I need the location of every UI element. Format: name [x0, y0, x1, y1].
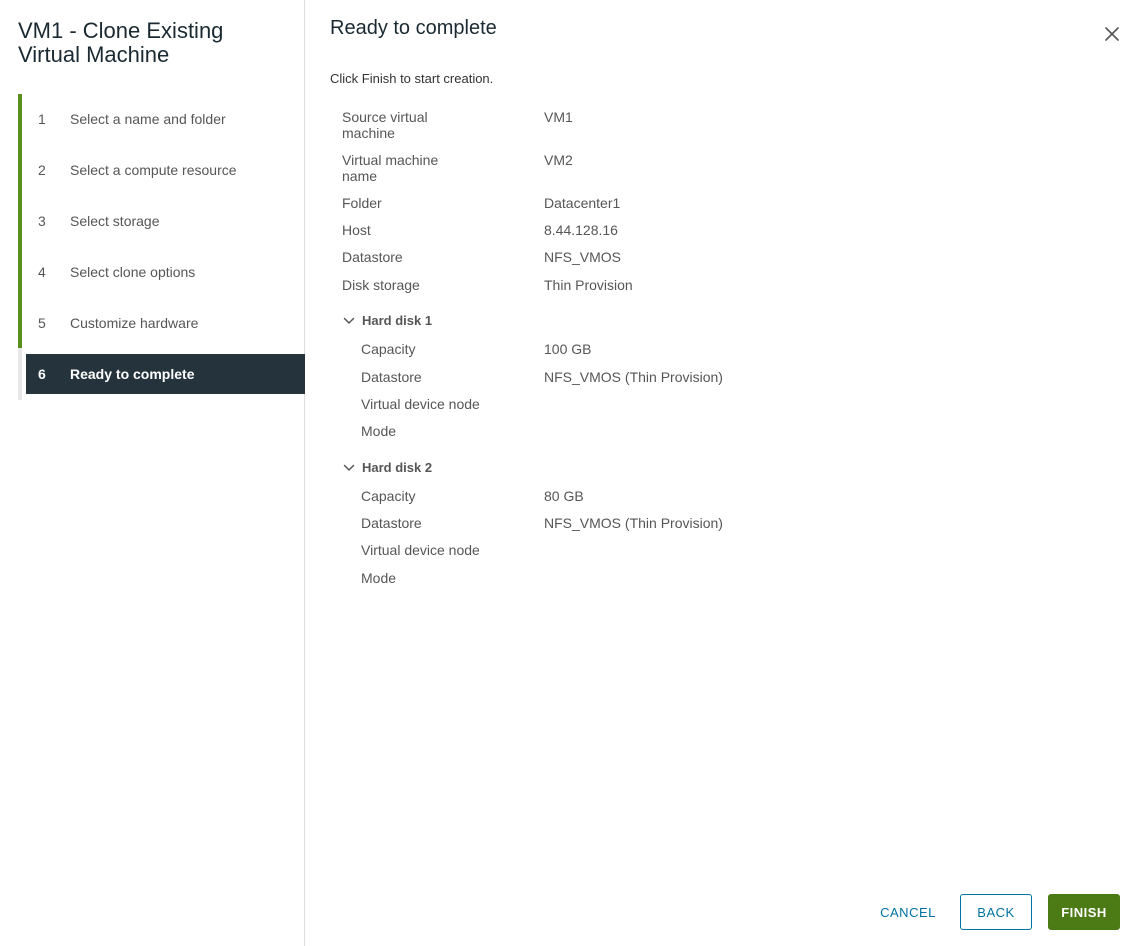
- row-label: Folder: [342, 195, 382, 211]
- hard-disk-1-toggle[interactable]: Hard disk 1: [342, 313, 432, 328]
- wizard-title: VM1 - Clone Existing Virtual Machine: [18, 18, 224, 67]
- row-value: 100 GB: [544, 341, 592, 357]
- close-icon[interactable]: [1100, 22, 1124, 46]
- row-label: Datastore: [361, 369, 422, 385]
- disk1-row-datastore: Datastore NFS_VMOS (Thin Provision): [342, 369, 1042, 385]
- row-label: Datastore: [342, 249, 403, 265]
- row-value: Datacenter1: [544, 195, 621, 211]
- step-label: Ready to complete: [70, 366, 195, 382]
- summary-row-disk-storage: Disk storage Thin Provision: [342, 277, 1042, 293]
- wizard-step-5[interactable]: 5 Customize hardware: [26, 303, 305, 343]
- disk2-row-capacity: Capacity 80 GB: [342, 488, 1042, 504]
- chevron-down-icon: [343, 464, 355, 471]
- row-label: Virtual device node: [361, 396, 480, 412]
- disk2-row-mode: Mode: [342, 570, 1042, 586]
- step-label: Select a compute resource: [70, 162, 237, 178]
- wizard-sidebar: VM1 - Clone Existing Virtual Machine 1 S…: [0, 0, 305, 946]
- group-title: Hard disk 2: [362, 460, 433, 475]
- row-label: Datastore: [361, 515, 422, 531]
- page-title: Ready to complete: [330, 17, 497, 39]
- row-value: NFS_VMOS (Thin Provision): [544, 369, 723, 385]
- row-label: Virtual device node: [361, 542, 480, 558]
- summary-row-folder: Folder Datacenter1: [342, 195, 1042, 211]
- step-number: 3: [38, 213, 46, 229]
- wizard-step-1[interactable]: 1 Select a name and folder: [26, 99, 305, 139]
- row-label: Virtual machine name: [342, 152, 439, 184]
- row-value: 80 GB: [544, 488, 584, 504]
- hard-disk-2-toggle[interactable]: Hard disk 2: [342, 460, 432, 475]
- cancel-button[interactable]: CANCEL: [866, 894, 950, 930]
- wizard-main-panel: Ready to complete Click Finish to start …: [306, 0, 1139, 946]
- row-label: Disk storage: [342, 277, 420, 293]
- row-label: Source virtual machine: [342, 109, 428, 141]
- progress-rail-remaining: [18, 348, 22, 400]
- row-value: VM2: [544, 152, 573, 168]
- row-label: Mode: [361, 423, 397, 439]
- step-label: Customize hardware: [70, 315, 199, 331]
- row-value: 8.44.128.16: [544, 222, 618, 238]
- row-value: Thin Provision: [544, 277, 633, 293]
- row-label: Capacity: [361, 341, 416, 357]
- step-label: Select storage: [70, 213, 160, 229]
- row-value: NFS_VMOS: [544, 249, 622, 265]
- summary-row-vm-name: Virtual machine name VM2: [342, 152, 1042, 184]
- row-value: VM1: [544, 109, 573, 125]
- step-number: 1: [38, 111, 46, 127]
- chevron-down-icon: [343, 317, 355, 324]
- progress-rail-complete: [18, 94, 22, 348]
- group-title: Hard disk 1: [362, 313, 433, 328]
- disk2-row-virtual-device-node: Virtual device node: [342, 542, 1042, 558]
- summary-row-datastore: Datastore NFS_VMOS: [342, 249, 1042, 265]
- step-number: 4: [38, 264, 46, 280]
- row-label: Host: [342, 222, 371, 238]
- wizard-step-6[interactable]: 6 Ready to complete: [26, 354, 305, 394]
- step-number: 5: [38, 315, 46, 331]
- step-number: 2: [38, 162, 46, 178]
- back-button[interactable]: BACK: [960, 894, 1032, 930]
- disk1-row-capacity: Capacity 100 GB: [342, 341, 1042, 357]
- row-label: Mode: [361, 570, 397, 586]
- step-label: Select a name and folder: [70, 111, 226, 127]
- disk1-row-virtual-device-node: Virtual device node: [342, 396, 1042, 412]
- row-label: Capacity: [361, 488, 416, 504]
- summary-row-host: Host 8.44.128.16: [342, 222, 1042, 238]
- instructions-text: Click Finish to start creation.: [330, 71, 494, 86]
- wizard-step-3[interactable]: 3 Select storage: [26, 201, 305, 241]
- finish-button[interactable]: FINISH: [1048, 894, 1120, 930]
- wizard-step-4[interactable]: 4 Select clone options: [26, 252, 305, 292]
- wizard-step-2[interactable]: 2 Select a compute resource: [26, 150, 305, 190]
- summary-row-source-vm: Source virtual machine VM1: [342, 109, 1042, 141]
- step-number: 6: [38, 366, 46, 382]
- disk2-row-datastore: Datastore NFS_VMOS (Thin Provision): [342, 515, 1042, 531]
- step-label: Select clone options: [70, 264, 196, 280]
- disk1-row-mode: Mode: [342, 423, 1042, 439]
- row-value: NFS_VMOS (Thin Provision): [544, 515, 723, 531]
